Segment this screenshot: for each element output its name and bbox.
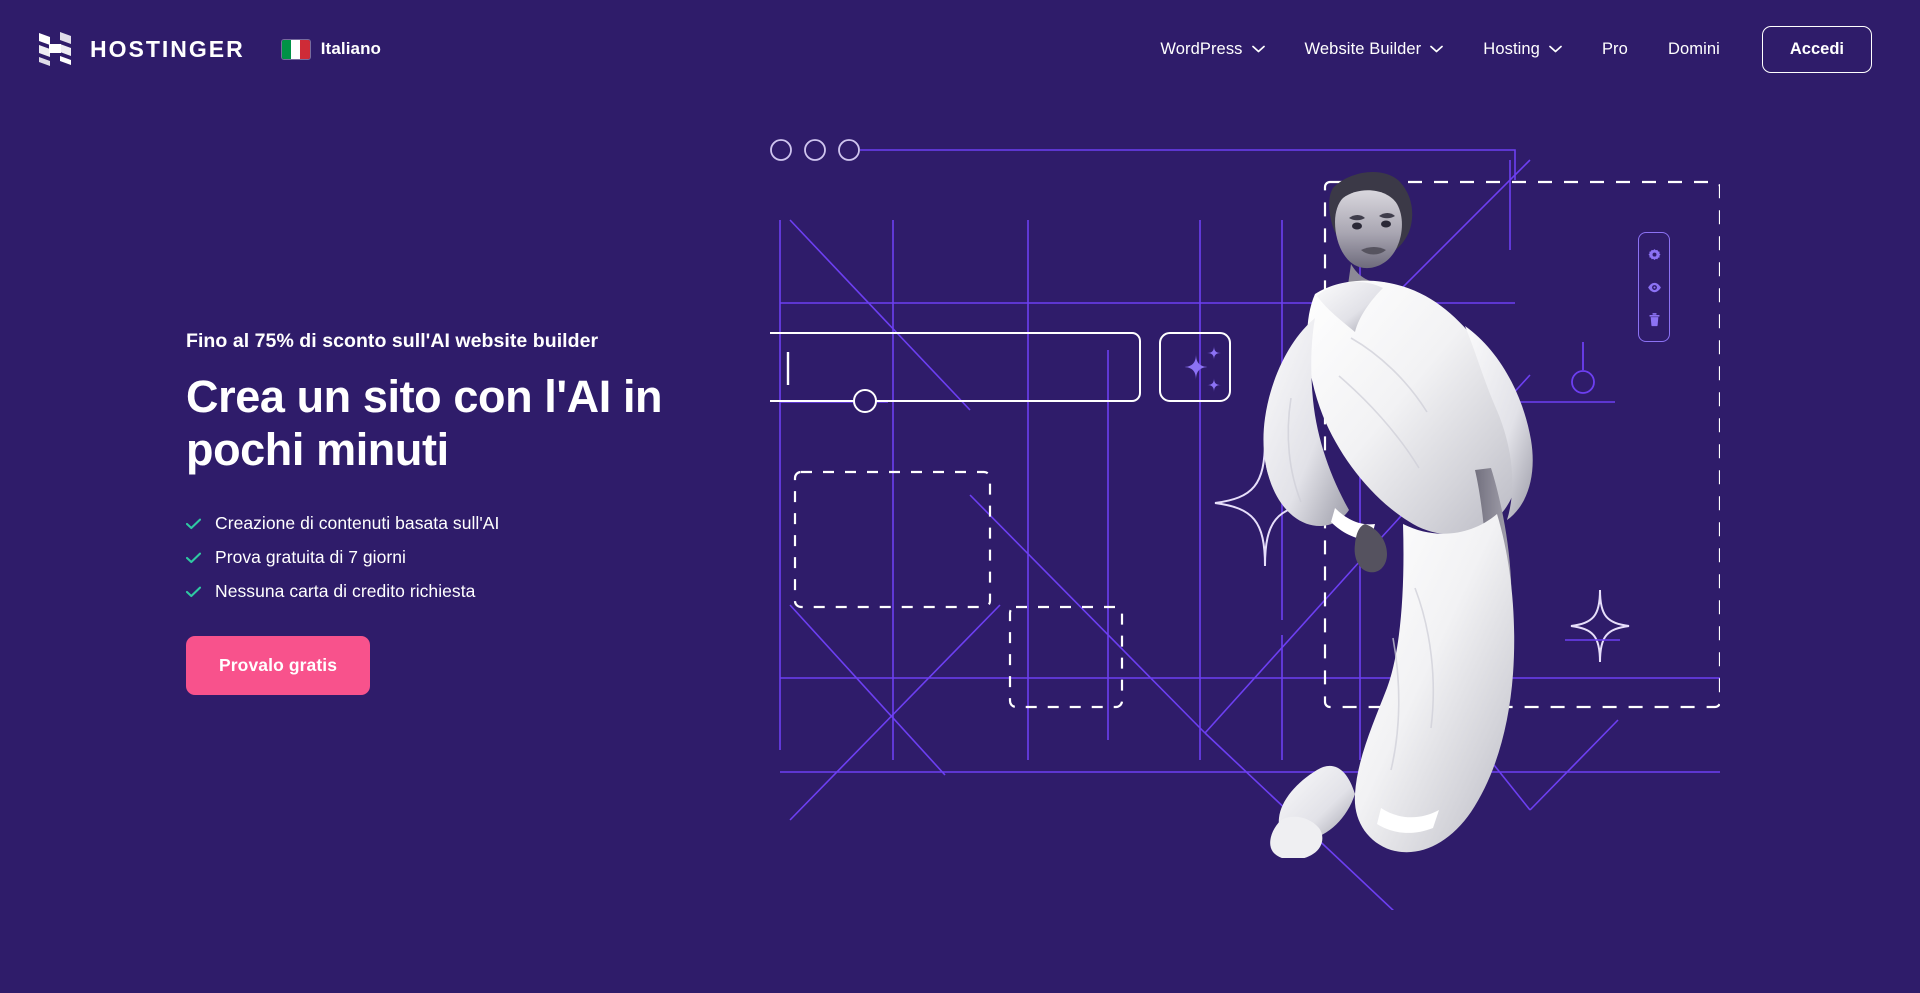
hero-eyebrow: Fino al 75% di sconto sull'AI website bu…: [186, 330, 599, 352]
nav-item-label: Domini: [1667, 39, 1720, 58]
list-item: Prova gratuita di 7 giorni: [186, 547, 726, 568]
browser-dots: [770, 139, 860, 161]
nav-item-label: Pro: [1601, 39, 1628, 58]
builder-illustration: [770, 120, 1720, 910]
editor-toolbar: [1638, 232, 1670, 342]
wireframe-grid-lines: [779, 149, 1720, 910]
resize-handle: [853, 389, 877, 413]
wireframe-graphic: [770, 139, 1720, 910]
check-icon: [186, 518, 201, 529]
brand-logo[interactable]: HOSTINGER: [38, 31, 245, 67]
gear-icon[interactable]: [1647, 248, 1662, 263]
feature-label: Prova gratuita di 7 giorni: [215, 547, 406, 568]
star-icon: [1570, 589, 1630, 663]
nav-item-label: WordPress: [1160, 39, 1243, 58]
brand-name: HOSTINGER: [90, 35, 245, 62]
hostinger-h-icon: [39, 32, 71, 66]
trash-icon[interactable]: [1647, 312, 1662, 327]
feature-list: Creazione di contenuti basata sull'AI Pr…: [186, 513, 726, 602]
star-icon: [1214, 439, 1316, 567]
hero-copy: Fino al 75% di sconto sull'AI website bu…: [186, 330, 726, 696]
main-navigation: WordPress Website Builder Hosting Pro Do…: [1140, 25, 1872, 73]
list-item: Creazione di contenuti basata sull'AI: [186, 513, 726, 534]
check-icon: [186, 586, 201, 597]
nav-item-hosting[interactable]: Hosting: [1463, 30, 1582, 69]
feature-label: Nessuna carta di credito richiesta: [215, 581, 476, 602]
eye-icon[interactable]: [1647, 280, 1662, 295]
login-button[interactable]: Accedi: [1761, 25, 1872, 73]
feature-label: Creazione di contenuti basata sull'AI: [215, 513, 500, 534]
language-selector[interactable]: Italiano: [280, 38, 382, 60]
sparkles-icon: [1183, 346, 1221, 392]
italy-flag-icon: [280, 38, 311, 60]
list-item: Nessuna carta di credito richiesta: [186, 581, 726, 602]
ai-generate-button[interactable]: [1159, 332, 1231, 402]
page-title: Crea un sito con l'AI in pochi minuti: [186, 371, 663, 476]
placeholder-box[interactable]: [1008, 605, 1124, 709]
check-icon: [186, 552, 201, 563]
nav-item-website-builder[interactable]: Website Builder: [1285, 30, 1464, 69]
chevron-down-icon: [1430, 45, 1444, 53]
nav-item-domini[interactable]: Domini: [1648, 30, 1740, 69]
nav-item-label: Hosting: [1483, 39, 1540, 58]
language-label: Italiano: [320, 39, 382, 58]
site-header: HOSTINGER Italiano WordPress Website Bui…: [0, 0, 1920, 98]
prompt-input-field[interactable]: [770, 332, 1141, 413]
cta-try-free-button[interactable]: Provalo gratis: [186, 636, 371, 696]
chevron-down-icon: [1251, 45, 1265, 53]
nav-item-wordpress[interactable]: WordPress: [1140, 30, 1284, 69]
nav-item-pro[interactable]: Pro: [1582, 30, 1648, 69]
chevron-down-icon: [1549, 45, 1562, 53]
nav-item-label: Website Builder: [1304, 39, 1422, 58]
toolbar-connector: [1571, 342, 1595, 394]
